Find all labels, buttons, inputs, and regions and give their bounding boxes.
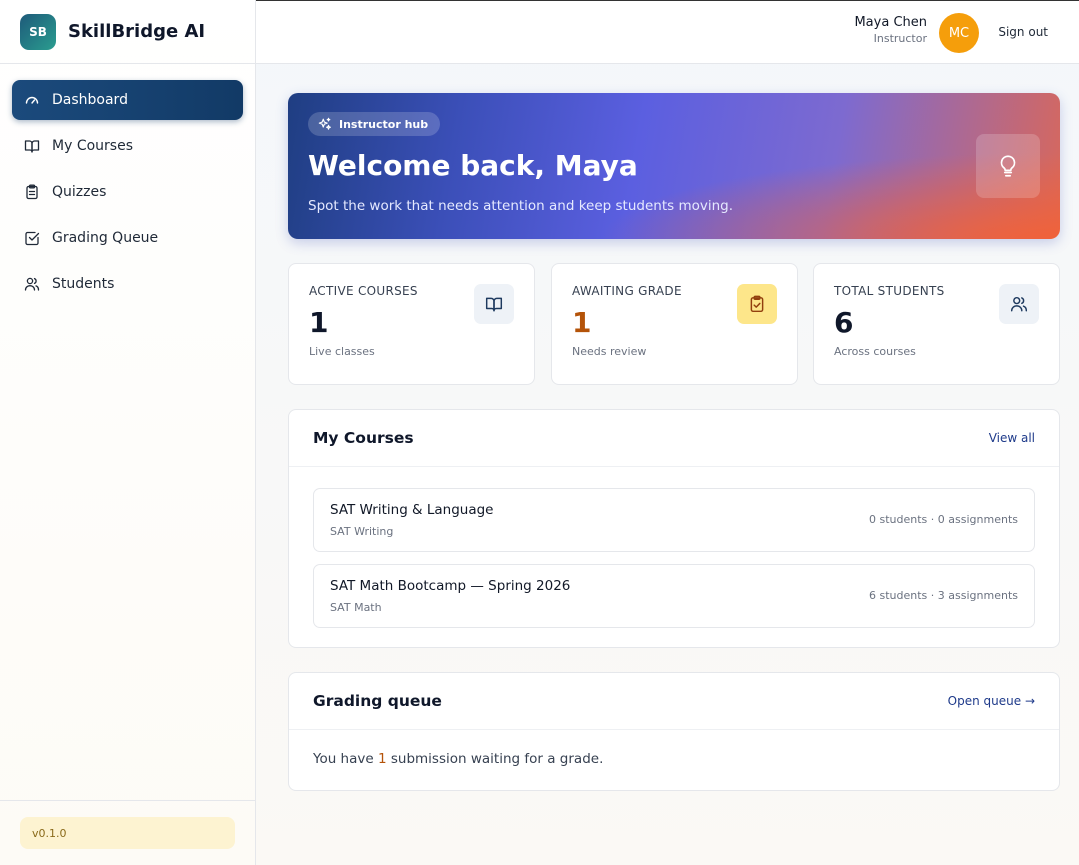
- card-header: Grading queue Open queue →: [289, 673, 1059, 730]
- instructor-hub-badge: Instructor hub: [308, 112, 441, 136]
- course-item[interactable]: SAT Math Bootcamp — Spring 2026 SAT Math…: [313, 564, 1035, 628]
- users-icon: [24, 277, 40, 291]
- card-header: My Courses View all: [289, 410, 1059, 467]
- stat-card-active-courses: ACTIVE COURSES 1 Live classes: [288, 263, 535, 385]
- sidebar-item-label: Grading Queue: [52, 230, 159, 246]
- book-icon: [474, 284, 514, 324]
- sidebar-item-dashboard[interactable]: Dashboard: [12, 80, 243, 120]
- stat-caption: Needs review: [572, 345, 647, 358]
- sidebar-item-label: Dashboard: [52, 92, 128, 108]
- course-name: SAT Math Bootcamp — Spring 2026: [330, 578, 571, 594]
- users-icon: [999, 284, 1039, 324]
- sidebar-item-quizzes[interactable]: Quizzes: [12, 172, 243, 212]
- grading-queue-card: Grading queue Open queue → You have 1 su…: [288, 672, 1060, 791]
- course-meta: 0 students · 0 assignments: [869, 513, 1018, 526]
- card-title: My Courses: [313, 429, 414, 447]
- clipboard-icon: [26, 184, 38, 200]
- user-name: Maya Chen: [854, 15, 927, 30]
- stat-caption: Live classes: [309, 345, 375, 358]
- sidebar-footer: v0.1.0: [0, 800, 255, 865]
- logo: SB: [20, 13, 56, 50]
- sidebar-item-students[interactable]: Students: [12, 264, 243, 304]
- queue-text-before: You have: [313, 751, 378, 767]
- course-name: SAT Writing & Language: [330, 502, 494, 518]
- sidebar-item-my-courses[interactable]: My Courses: [12, 126, 243, 166]
- sidebar-item-label: Students: [52, 276, 115, 292]
- sidebar-item-label: Quizzes: [52, 184, 107, 200]
- queue-summary: You have 1 submission waiting for a grad…: [313, 751, 603, 767]
- open-queue-link[interactable]: Open queue →: [948, 694, 1035, 708]
- clipboard-check-icon: [737, 284, 777, 324]
- sidebar-item-grading-queue[interactable]: Grading Queue: [12, 218, 243, 258]
- course-meta: 6 students · 3 assignments: [869, 589, 1018, 602]
- avatar[interactable]: MC: [939, 13, 979, 53]
- brand[interactable]: SB SkillBridge AI: [0, 0, 255, 64]
- welcome-subtitle: Spot the work that needs attention and k…: [308, 198, 734, 214]
- app-name: SkillBridge AI: [68, 21, 206, 42]
- welcome-banner: Instructor hub Welcome back, Maya Spot t…: [288, 93, 1060, 239]
- top-bar: Maya Chen Instructor MC Sign out: [256, 0, 1079, 64]
- welcome-title: Welcome back, Maya: [308, 149, 638, 182]
- course-item[interactable]: SAT Writing & Language SAT Writing 0 stu…: [313, 488, 1035, 552]
- user-info: Maya Chen Instructor: [854, 15, 927, 45]
- lightbulb-icon: [976, 134, 1040, 198]
- version-badge: v0.1.0: [20, 817, 235, 849]
- sidebar: SB SkillBridge AI Dashboard My Courses Q…: [0, 0, 256, 865]
- queue-count: 1: [377, 751, 387, 767]
- user-role: Instructor: [873, 32, 927, 45]
- queue-text-after: submission waiting for a grade.: [386, 751, 604, 767]
- stat-card-total-students: TOTAL STUDENTS 6 Across courses: [813, 263, 1060, 385]
- badge-label: Instructor hub: [339, 117, 429, 131]
- check-square-icon: [25, 231, 40, 246]
- book-icon: [24, 140, 40, 153]
- course-subject: SAT Writing: [330, 525, 394, 538]
- view-all-link[interactable]: View all: [989, 431, 1035, 445]
- stat-card-awaiting-grade: AWAITING GRADE 1 Needs review: [551, 263, 798, 385]
- sign-out-button[interactable]: Sign out: [998, 25, 1048, 39]
- sparkles-icon: [318, 117, 331, 130]
- stat-caption: Across courses: [834, 345, 916, 358]
- course-subject: SAT Math: [330, 601, 382, 614]
- sidebar-item-label: My Courses: [52, 138, 133, 154]
- my-courses-card: My Courses View all SAT Writing & Langua…: [288, 409, 1060, 648]
- gauge-icon: [25, 96, 39, 104]
- sidebar-nav: Dashboard My Courses Quizzes Grading Que…: [0, 64, 255, 326]
- card-title: Grading queue: [313, 692, 442, 710]
